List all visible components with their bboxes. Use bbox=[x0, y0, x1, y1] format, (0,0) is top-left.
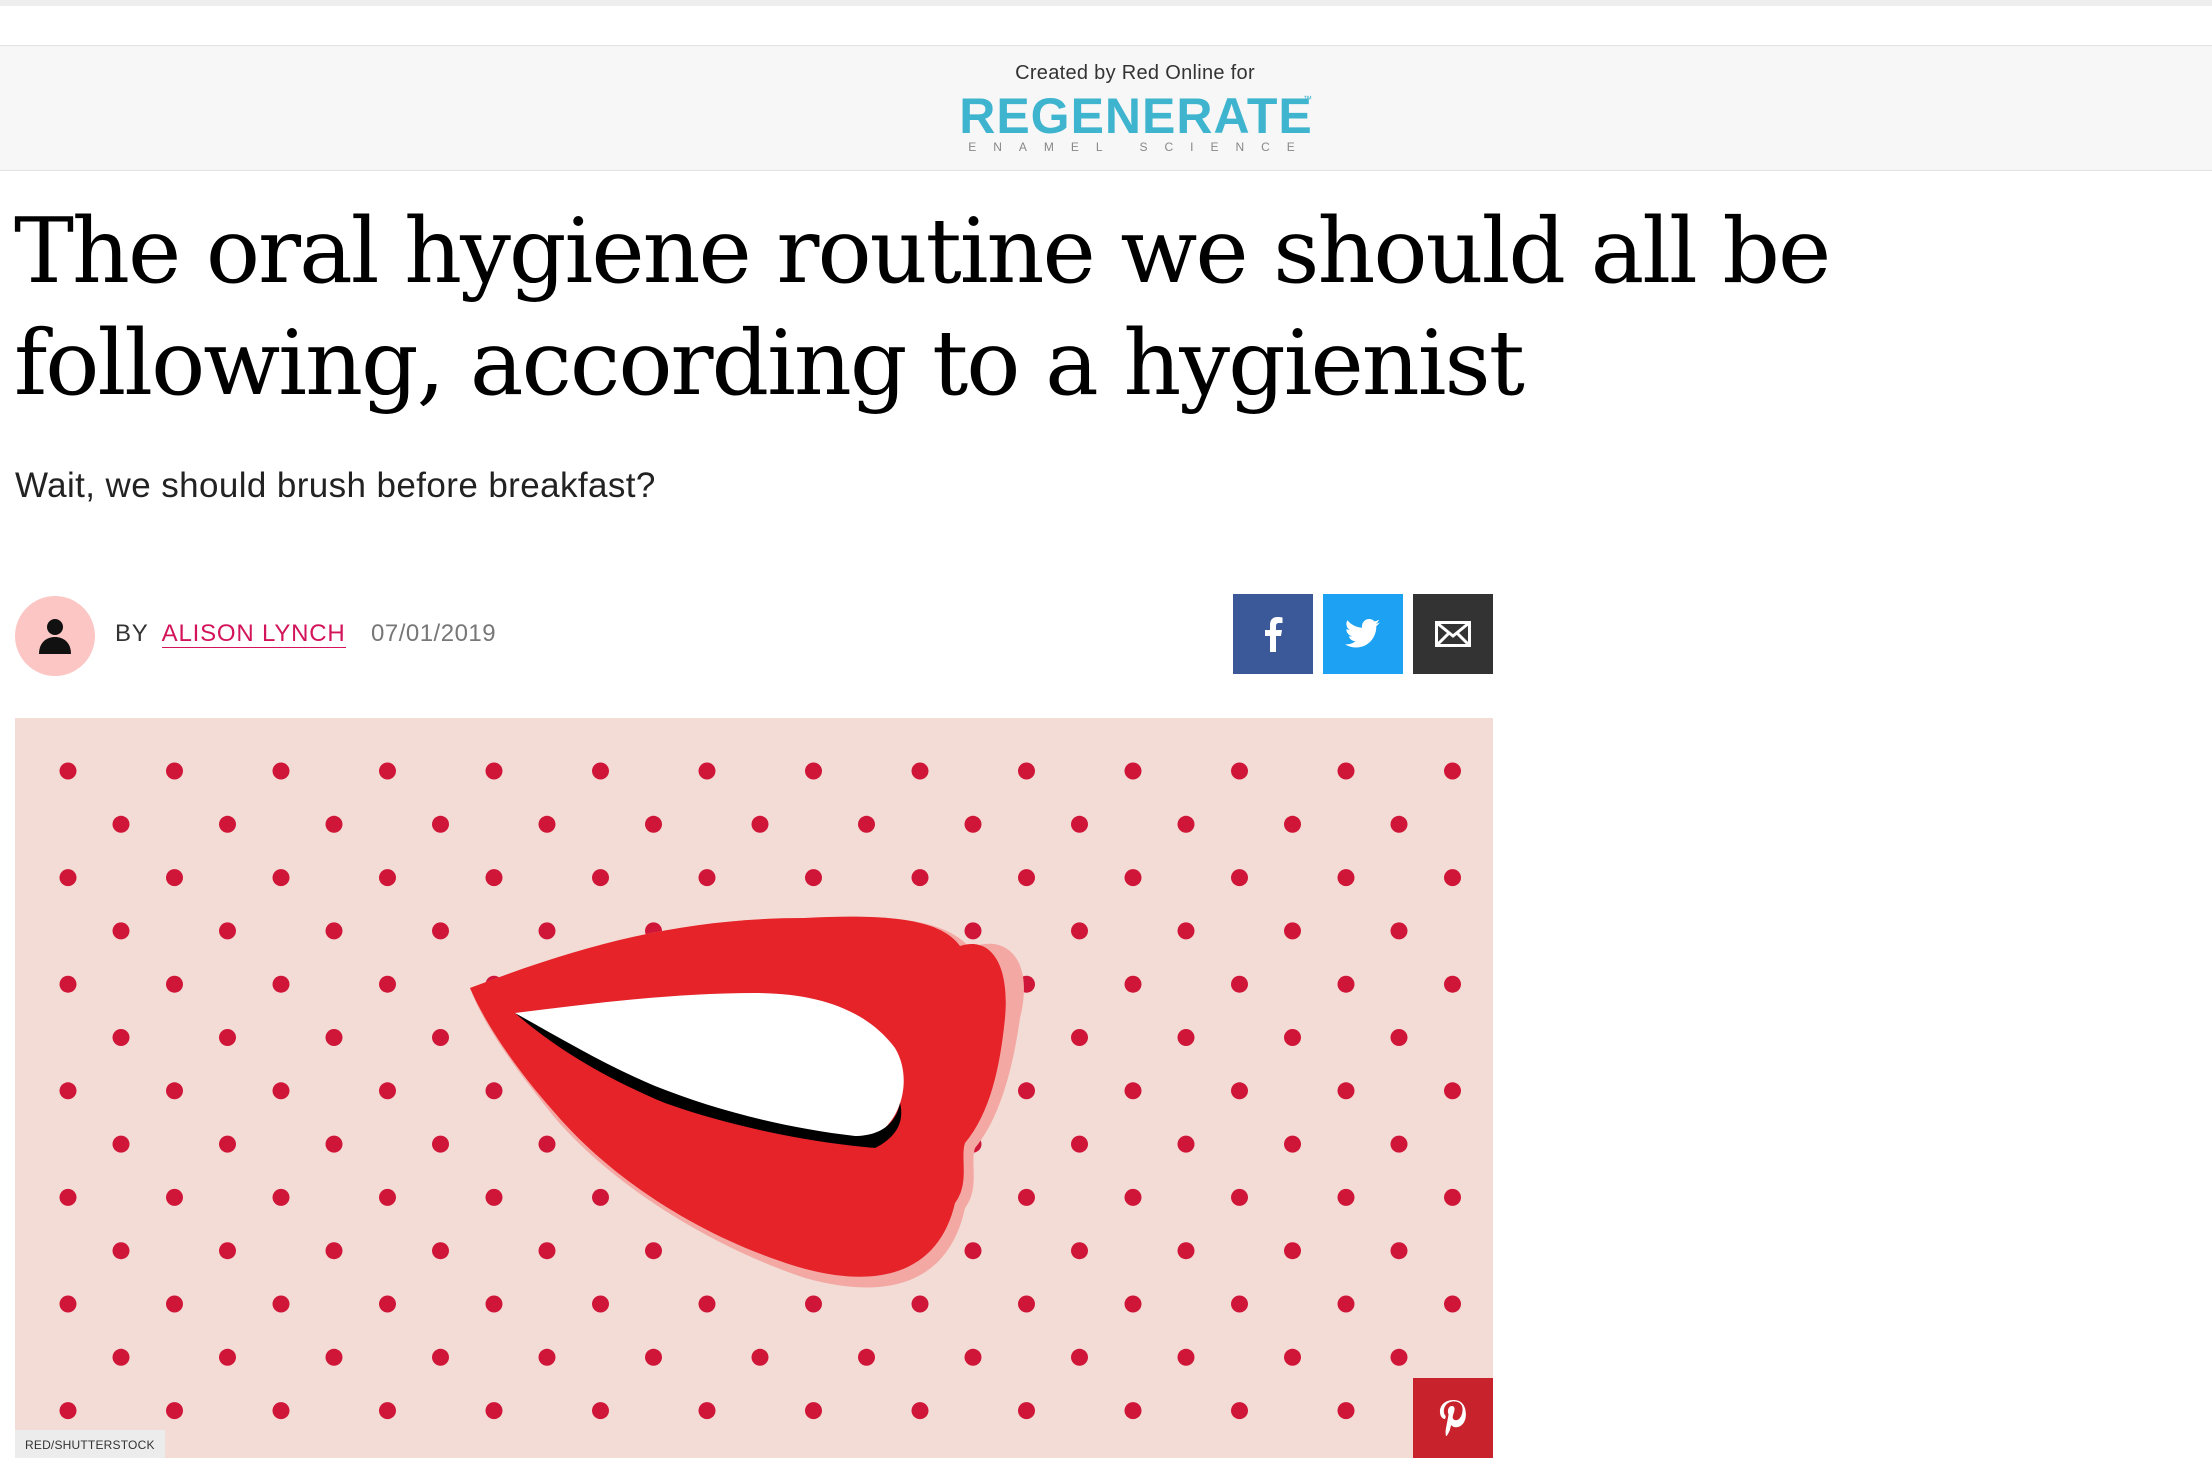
logo-tagline: ENAMEL SCIENCE bbox=[968, 140, 1312, 154]
facebook-share-button[interactable] bbox=[1233, 594, 1313, 674]
logo-wordmark: REGENERATE bbox=[959, 88, 1313, 144]
regenerate-logo[interactable]: REGENERATE ™ ENAMEL SCIENCE bbox=[956, 90, 1316, 154]
logo-trademark: ™ bbox=[1303, 94, 1312, 104]
twitter-share-button[interactable] bbox=[1323, 594, 1403, 674]
email-share-button[interactable] bbox=[1413, 594, 1493, 674]
twitter-icon bbox=[1345, 619, 1380, 648]
publish-date: 07/01/2019 bbox=[371, 620, 497, 647]
author-link[interactable]: ALISON LYNCH bbox=[161, 620, 346, 648]
author-avatar[interactable] bbox=[15, 596, 95, 676]
byline: BY ALISON LYNCH 07/01/2019 bbox=[115, 620, 496, 648]
pinterest-button[interactable] bbox=[1413, 1378, 1493, 1458]
article-dek: Wait, we should brush before breakfast? bbox=[15, 466, 656, 505]
byline-prefix: BY bbox=[115, 620, 149, 647]
sponsor-created-by: Created by Red Online for bbox=[1015, 62, 1255, 84]
sponsor-bar: Created by Red Online for REGENERATE ™ E… bbox=[0, 45, 2212, 171]
lips-illustration bbox=[59, 762, 1461, 1420]
email-icon bbox=[1435, 621, 1471, 647]
hero-image[interactable]: RED/SHUTTERSTOCK bbox=[15, 718, 1493, 1458]
image-credit: RED/SHUTTERSTOCK bbox=[15, 1430, 165, 1458]
lips bbox=[470, 916, 1024, 1288]
pinterest-icon bbox=[1439, 1400, 1466, 1436]
facebook-icon bbox=[1265, 617, 1283, 652]
user-icon bbox=[39, 619, 71, 654]
article-headline: The oral hygiene routine we should all b… bbox=[14, 199, 1831, 416]
top-border bbox=[0, 0, 2212, 6]
